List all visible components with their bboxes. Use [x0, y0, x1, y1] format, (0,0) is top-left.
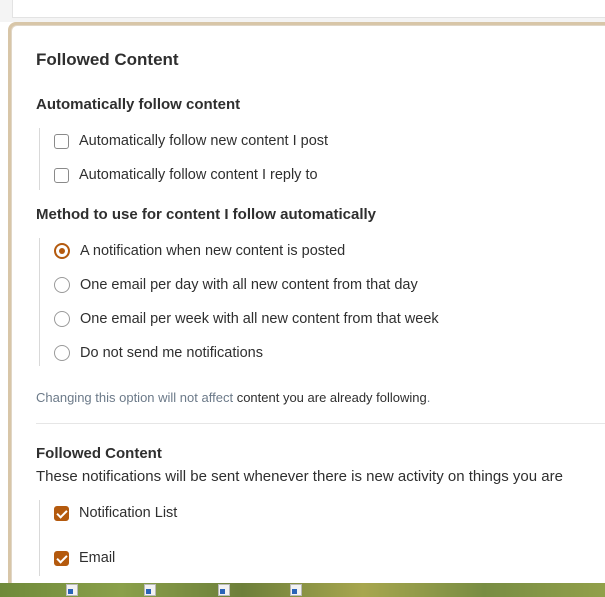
auto-follow-new-option[interactable]: Automatically follow new content I post [54, 131, 328, 151]
shortcut-arrow [68, 589, 73, 594]
auto-follow-reply-label: Automatically follow content I reply to [79, 167, 318, 183]
email-option[interactable]: Email [54, 548, 115, 568]
method-group-line [39, 238, 40, 366]
method-notification-option[interactable]: A notification when new content is poste… [54, 241, 345, 261]
notification-list-label: Notification List [79, 505, 178, 521]
email-label: Email [79, 550, 116, 566]
background-window-strip [0, 0, 605, 22]
change-note-dark: content you are already following [236, 390, 427, 405]
shortcut-icon[interactable] [144, 584, 156, 596]
radio-icon[interactable] [54, 345, 70, 361]
change-note-end: . [426, 390, 431, 405]
radio-icon[interactable] [54, 311, 70, 327]
shortcut-icon[interactable] [218, 584, 230, 596]
method-daily-email-option[interactable]: One email per day with all new content f… [54, 275, 418, 295]
followed-content-panel: Followed Content Automatically follow co… [11, 25, 605, 586]
auto-follow-new-label: Automatically follow new content I post [79, 133, 329, 149]
method-heading: Method to use for content I follow autom… [36, 206, 377, 223]
desktop-taskbar [0, 583, 605, 597]
change-note: Changing this option will not affect con… [36, 390, 430, 405]
followed-heading: Followed Content [36, 445, 162, 462]
method-notification-label: A notification when new content is poste… [80, 243, 346, 259]
method-none-label: Do not send me notifications [80, 345, 263, 361]
auto-follow-heading: Automatically follow content [36, 96, 241, 113]
method-weekly-email-option[interactable]: One email per week with all new content … [54, 309, 439, 329]
radio-icon[interactable] [54, 243, 70, 259]
auto-follow-group-line [39, 128, 40, 190]
checkbox-icon[interactable] [54, 505, 69, 521]
method-weekly-email-label: One email per week with all new content … [80, 311, 439, 327]
shortcut-icon[interactable] [290, 584, 302, 596]
auto-follow-reply-option[interactable]: Automatically follow content I reply to [54, 165, 318, 185]
shortcut-arrow [146, 589, 151, 594]
followed-group-line [39, 500, 40, 576]
background-window [12, 0, 605, 18]
checkbox-icon[interactable] [54, 167, 69, 183]
section-divider [36, 423, 605, 424]
notification-list-option[interactable]: Notification List [54, 503, 177, 523]
checkbox-icon[interactable] [54, 550, 69, 566]
method-none-option[interactable]: Do not send me notifications [54, 343, 263, 363]
shortcut-icon[interactable] [66, 584, 78, 596]
checkbox-icon[interactable] [54, 133, 69, 149]
shortcut-arrow [220, 589, 225, 594]
method-daily-email-label: One email per day with all new content f… [80, 277, 418, 293]
panel-title: Followed Content [36, 50, 179, 69]
radio-icon[interactable] [54, 277, 70, 293]
followed-description: These notifications will be sent wheneve… [36, 468, 563, 485]
shortcut-arrow [292, 589, 297, 594]
change-note-muted: Changing this option will not affect [36, 390, 234, 405]
